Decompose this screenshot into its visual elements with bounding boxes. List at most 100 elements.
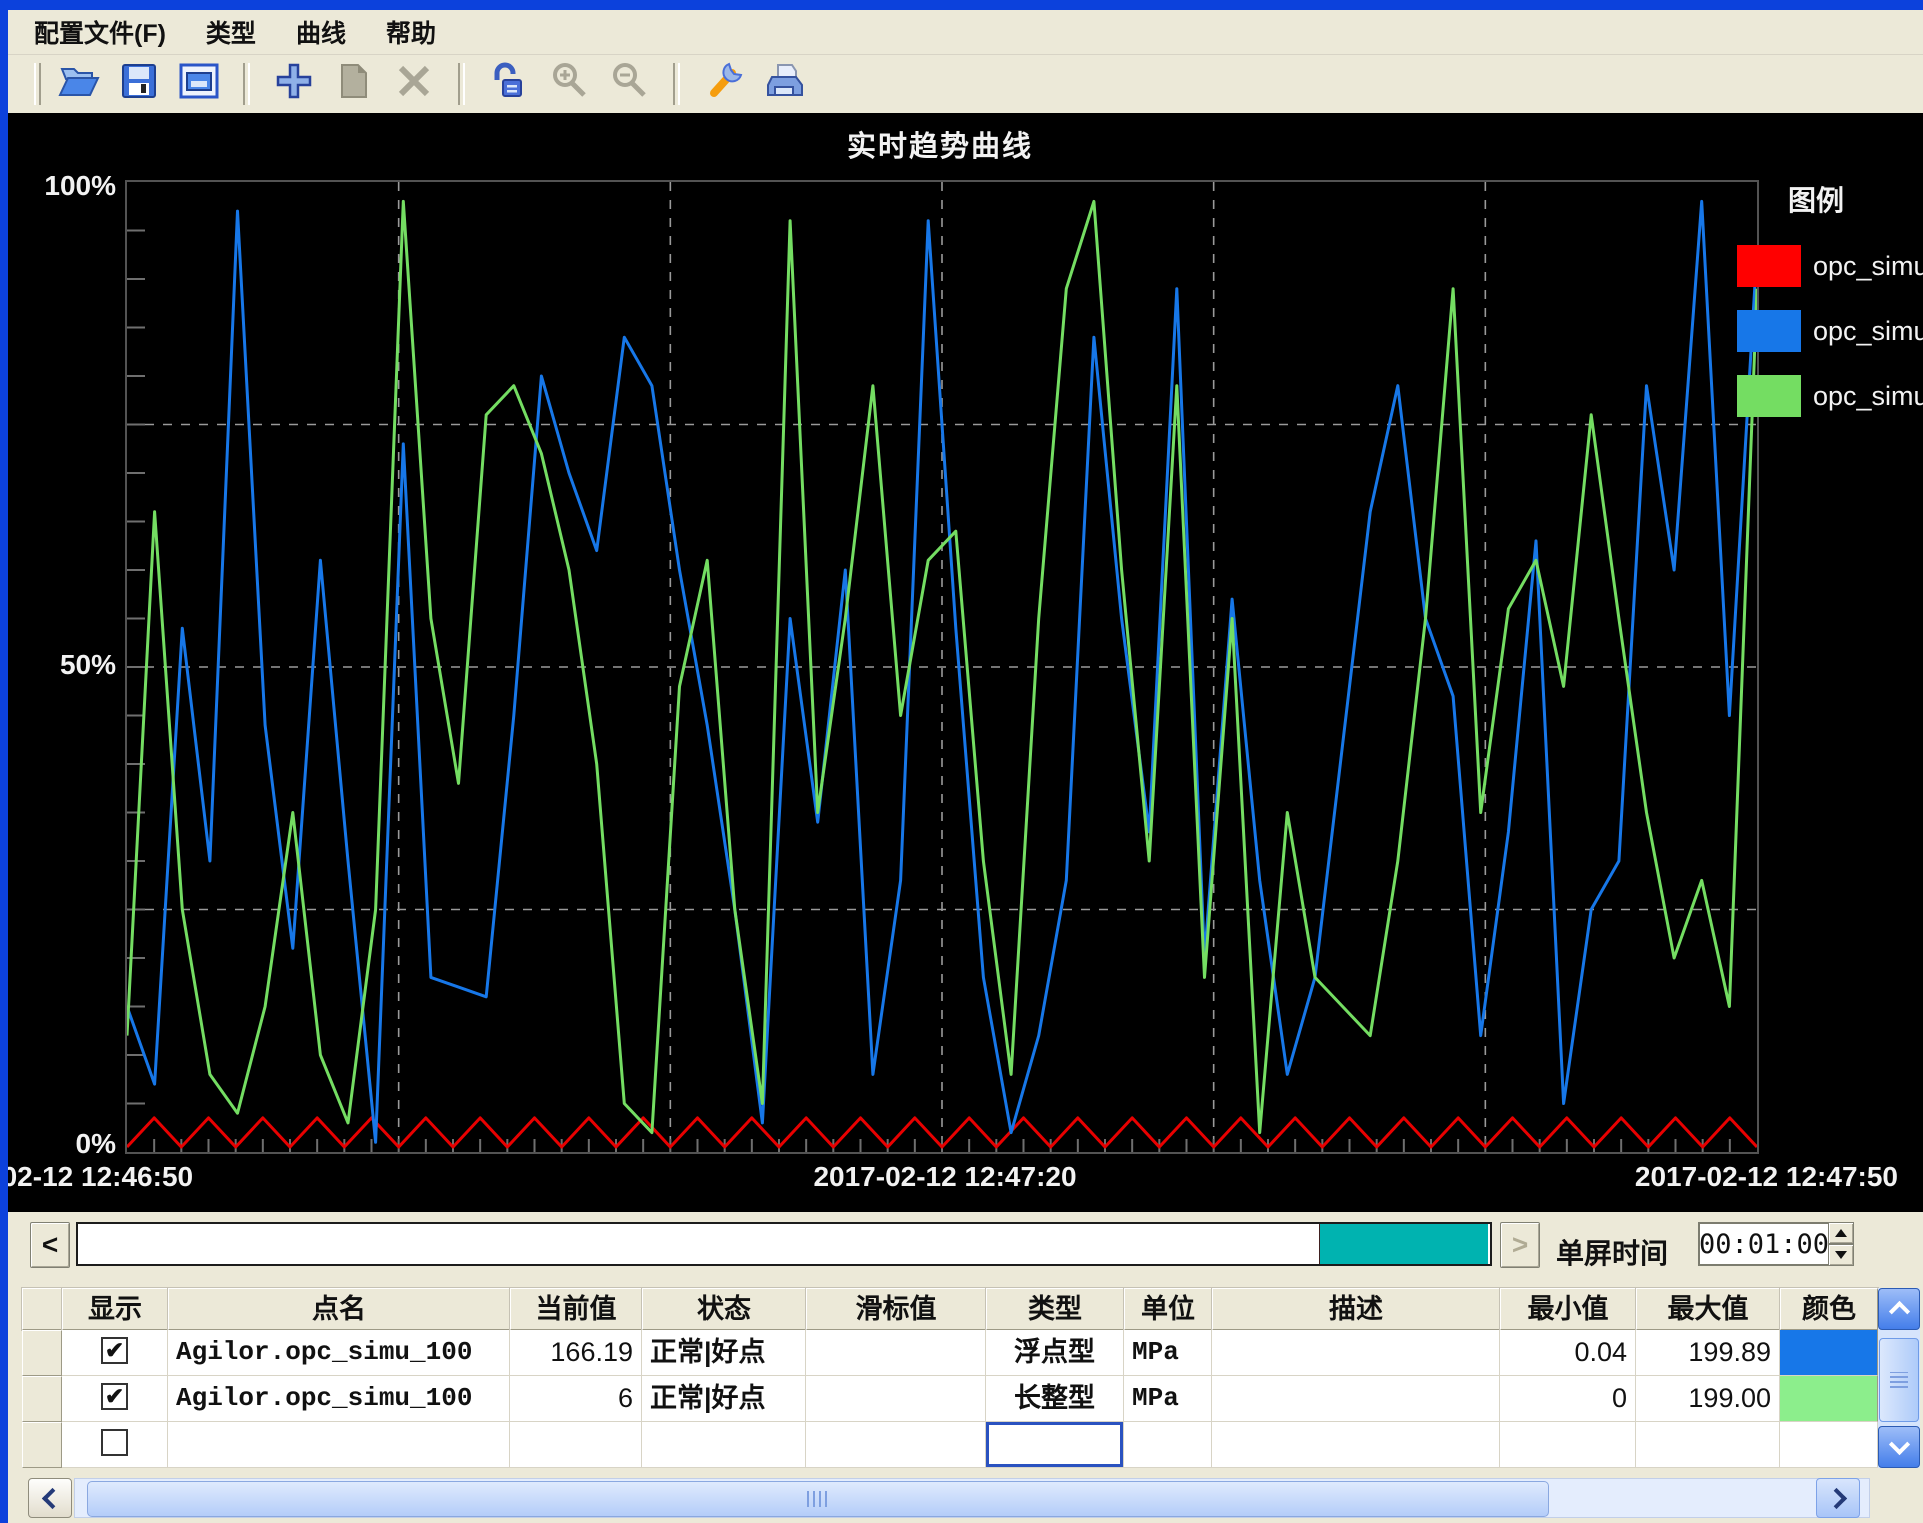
cursor_value-cell[interactable] bbox=[806, 1330, 986, 1376]
col-header-status: 状态 bbox=[642, 1288, 806, 1330]
spinner-buttons bbox=[1828, 1222, 1854, 1266]
time-controls-bar: < > 单屏时间 00:01:00 bbox=[8, 1212, 1923, 1288]
scroll-up-button[interactable] bbox=[1878, 1288, 1920, 1330]
scroll-down-button[interactable] bbox=[1878, 1426, 1920, 1468]
down-arrow-icon bbox=[1835, 1251, 1847, 1259]
y-axis-label: 0% bbox=[8, 1128, 116, 1160]
chevron-right-icon bbox=[1825, 1487, 1846, 1508]
col-header-color: 颜色 bbox=[1780, 1288, 1878, 1330]
chevron-left-icon bbox=[41, 1487, 62, 1508]
show-checkbox[interactable]: ✔ bbox=[101, 1337, 128, 1364]
toolbar-separator bbox=[673, 63, 680, 105]
add-curve-button[interactable] bbox=[268, 59, 320, 109]
current_value-cell[interactable]: 6 bbox=[510, 1376, 642, 1422]
vertical-scroll-thumb[interactable] bbox=[1879, 1338, 1919, 1422]
unlock-icon bbox=[487, 59, 531, 108]
row-selector[interactable] bbox=[22, 1376, 62, 1422]
toolbar-buttons bbox=[53, 59, 810, 109]
x-axis-label: 2017-02-12 12:46:50 bbox=[8, 1161, 260, 1193]
status-cell[interactable]: 正常|好点 bbox=[642, 1330, 806, 1376]
table-row bbox=[22, 1422, 1878, 1468]
point_name-cell[interactable]: Agilor.opc_simu_100 bbox=[168, 1330, 510, 1376]
current_value-cell[interactable]: 166.19 bbox=[510, 1330, 642, 1376]
point_name-cell[interactable]: Agilor.opc_simu_100 bbox=[168, 1376, 510, 1422]
toolbar-gripper[interactable] bbox=[34, 63, 41, 105]
settings-button[interactable] bbox=[698, 59, 750, 109]
max-cell[interactable]: 199.89 bbox=[1636, 1330, 1780, 1376]
min-cell[interactable]: 0.04 bbox=[1500, 1330, 1636, 1376]
screen-time-value[interactable]: 00:01:00 bbox=[1698, 1222, 1828, 1266]
color-cell[interactable] bbox=[1780, 1330, 1878, 1376]
open-folder-icon bbox=[57, 59, 101, 108]
table-header-row: 显示点名当前值状态滑标值类型单位描述最小值最大值颜色 bbox=[22, 1288, 1878, 1330]
print-button[interactable] bbox=[758, 59, 810, 109]
type-cell[interactable]: 长整型 bbox=[986, 1376, 1124, 1422]
open-folder-button[interactable] bbox=[53, 59, 105, 109]
horizontal-scrollbar bbox=[8, 1478, 1923, 1519]
save-button[interactable] bbox=[113, 59, 165, 109]
max-cell[interactable] bbox=[1636, 1422, 1780, 1468]
unlock-button[interactable] bbox=[483, 59, 535, 109]
col-header-cursor_value: 滑标值 bbox=[806, 1288, 986, 1330]
chevron-down-icon bbox=[1888, 1434, 1909, 1455]
show-checkbox[interactable] bbox=[101, 1429, 128, 1456]
show-cell[interactable]: ✔ bbox=[62, 1376, 168, 1422]
horizontal-scroll-thumb[interactable] bbox=[87, 1481, 1549, 1517]
max-cell[interactable]: 199.00 bbox=[1636, 1376, 1780, 1422]
status-cell[interactable]: 正常|好点 bbox=[642, 1376, 806, 1422]
scroll-right-arrow-button[interactable] bbox=[1816, 1478, 1860, 1518]
legend-label: opc_simu bbox=[1813, 251, 1923, 282]
up-arrow-icon bbox=[1835, 1229, 1847, 1237]
legend-swatch bbox=[1737, 375, 1801, 417]
scroll-right-button[interactable]: > bbox=[1500, 1222, 1540, 1268]
description-cell[interactable] bbox=[1212, 1422, 1500, 1468]
scroll-left-button[interactable]: < bbox=[30, 1222, 70, 1268]
row-selector[interactable] bbox=[22, 1330, 62, 1376]
thumb-grip-icon bbox=[807, 1491, 829, 1507]
unit-cell[interactable]: MPa bbox=[1124, 1376, 1212, 1422]
window-border-left bbox=[0, 0, 8, 1523]
color-cell[interactable] bbox=[1780, 1376, 1878, 1422]
y-axis-label: 50% bbox=[8, 649, 116, 681]
screen-time-label: 单屏时间 bbox=[1556, 1232, 1668, 1272]
save-view-button[interactable] bbox=[173, 59, 225, 109]
show-cell[interactable]: ✔ bbox=[62, 1330, 168, 1376]
thumb-grip-icon bbox=[1890, 1372, 1908, 1388]
unit-cell[interactable] bbox=[1124, 1422, 1212, 1468]
type-cell[interactable] bbox=[986, 1422, 1124, 1468]
status-cell[interactable] bbox=[642, 1422, 806, 1468]
cursor_value-cell[interactable] bbox=[806, 1376, 986, 1422]
window-border-top bbox=[0, 0, 1923, 10]
col-header-description: 描述 bbox=[1212, 1288, 1500, 1330]
show-cell[interactable] bbox=[62, 1422, 168, 1468]
min-cell[interactable] bbox=[1500, 1422, 1636, 1468]
plot-area[interactable] bbox=[125, 180, 1759, 1154]
spinner-down-button[interactable] bbox=[1828, 1244, 1854, 1266]
description-cell[interactable] bbox=[1212, 1330, 1500, 1376]
unit-cell[interactable]: MPa bbox=[1124, 1330, 1212, 1376]
col-header-max: 最大值 bbox=[1636, 1288, 1780, 1330]
cursor_value-cell[interactable] bbox=[806, 1422, 986, 1468]
menu-item-help[interactable]: 帮助 bbox=[366, 14, 456, 50]
zoom-out-icon bbox=[607, 59, 651, 108]
menu-item-type[interactable]: 类型 bbox=[186, 14, 276, 50]
scroll-left-arrow-button[interactable] bbox=[28, 1478, 72, 1518]
current_value-cell[interactable] bbox=[510, 1422, 642, 1468]
legend-label: opc_simu bbox=[1813, 316, 1923, 347]
menu-item-curve[interactable]: 曲线 bbox=[276, 14, 366, 50]
spinner-up-button[interactable] bbox=[1828, 1222, 1854, 1244]
row-selector[interactable] bbox=[22, 1422, 62, 1468]
save-view-icon bbox=[177, 59, 221, 108]
color-cell[interactable] bbox=[1780, 1422, 1878, 1468]
show-checkbox[interactable]: ✔ bbox=[101, 1383, 128, 1410]
point_name-cell[interactable] bbox=[168, 1422, 510, 1468]
menu-item-profile[interactable]: 配置文件(F) bbox=[14, 14, 186, 50]
horizontal-scroll-track[interactable] bbox=[74, 1478, 1870, 1518]
col-header-min: 最小值 bbox=[1500, 1288, 1636, 1330]
description-cell[interactable] bbox=[1212, 1376, 1500, 1422]
type-cell[interactable]: 浮点型 bbox=[986, 1330, 1124, 1376]
time-progress-track[interactable] bbox=[76, 1222, 1492, 1266]
table-row: ✔ Agilor.opc_simu_1006正常|好点 长整型MPa 0199.00 bbox=[22, 1376, 1878, 1422]
time-progress-fill bbox=[1319, 1224, 1488, 1264]
min-cell[interactable]: 0 bbox=[1500, 1376, 1636, 1422]
